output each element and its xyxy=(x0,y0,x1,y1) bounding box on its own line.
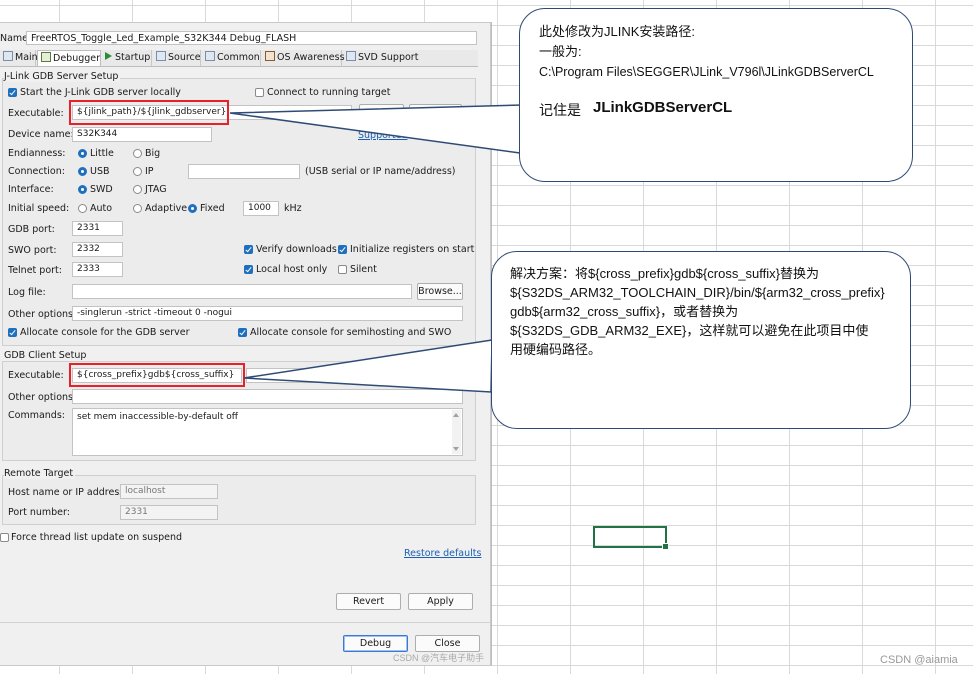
callout-jlink-path: 此处修改为JLINK安装路径: 一般为: C:\Program Files\SE… xyxy=(519,8,913,182)
callout-solution: 解决方案：将${cross_prefix}gdb${cross_suffix}替… xyxy=(491,251,911,429)
callout1-line2: 一般为: xyxy=(539,44,582,59)
callout2-line2: ${S32DS_ARM32_TOOLCHAIN_DIR}/bin/${arm32… xyxy=(510,285,885,300)
callout1-line4-prefix: 记住是 xyxy=(539,102,581,118)
callout2-line5: 用硬编码路径。 xyxy=(510,342,602,357)
callout1-line3: C:\Program Files\SEGGER\JLink_V796l\JLin… xyxy=(539,65,874,79)
callout1-pointer xyxy=(229,104,523,154)
callout2-line1: 解决方案：将${cross_prefix}gdb${cross_suffix}替… xyxy=(510,266,819,281)
callout2-line3: gdb${arm32_cross_suffix}，或者替换为 xyxy=(510,304,739,319)
callout2-pointer xyxy=(243,339,493,393)
callout1-line1: 此处修改为JLINK安装路径: xyxy=(539,24,696,39)
callout1-line4-bold: JLinkGDBServerCL xyxy=(593,99,733,116)
callout2-line4: ${S32DS_GDB_ARM32_EXE}，这样就可以避免在此项目中使 xyxy=(510,323,869,338)
page-watermark: CSDN @aiamia xyxy=(880,654,958,666)
spreadsheet-selected-cell[interactable] xyxy=(593,526,669,550)
